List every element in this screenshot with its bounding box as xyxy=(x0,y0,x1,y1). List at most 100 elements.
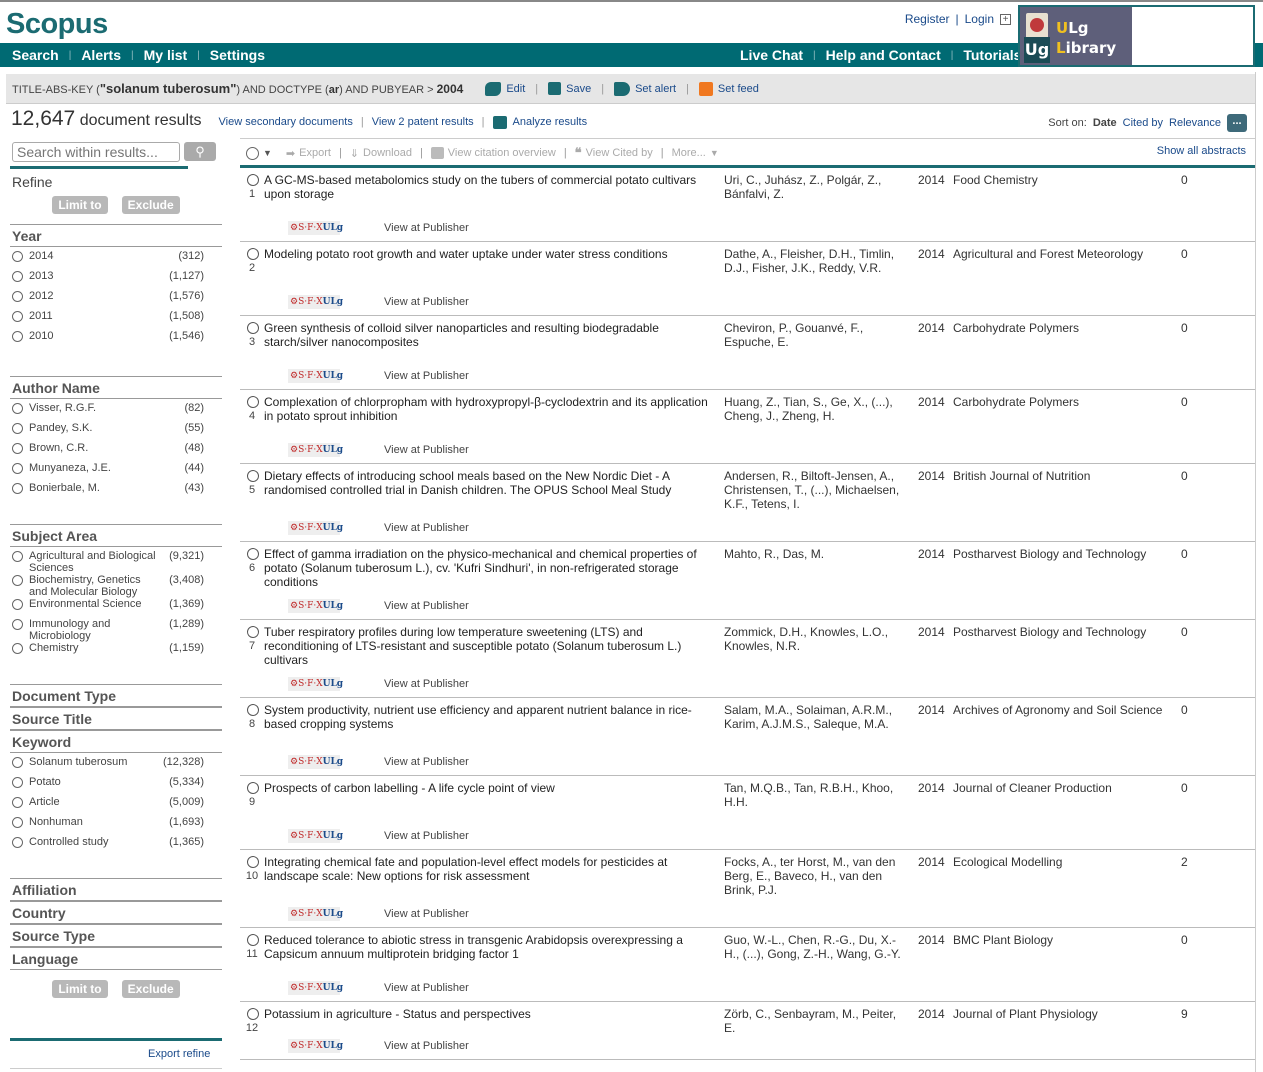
exclude-button[interactable]: Exclude xyxy=(121,980,180,998)
document-checkbox[interactable] xyxy=(247,704,259,716)
sfx-ulg-link-button[interactable]: ⚙S·F·XULg xyxy=(288,369,343,383)
document-title-link[interactable]: Reduced tolerance to abiotic stress in t… xyxy=(264,933,714,961)
document-checkbox[interactable] xyxy=(247,470,259,482)
facet-checkbox[interactable] xyxy=(12,331,23,342)
document-cited-count[interactable]: 2 xyxy=(1181,855,1188,869)
facet-heading[interactable]: Affiliation xyxy=(10,879,222,901)
view-at-publisher-link[interactable]: View at Publisher xyxy=(384,830,469,842)
export-refine-link[interactable]: Export refine xyxy=(148,1048,210,1060)
document-source[interactable]: Carbohydrate Polymers xyxy=(953,321,1173,335)
document-source[interactable]: BMC Plant Biology xyxy=(953,933,1173,947)
facet-checkbox[interactable] xyxy=(12,837,23,848)
facet-option[interactable]: Solanum tuberosum (12,328) xyxy=(12,756,222,776)
facet-option[interactable]: Munyaneza, J.E. (44) xyxy=(12,462,222,482)
sfx-ulg-link-button[interactable]: ⚙S·F·XULg xyxy=(288,981,343,995)
view-cited-by-button[interactable]: ❝ View Cited by xyxy=(575,145,653,161)
document-authors[interactable]: Zörb, C., Senbayram, M., Peiter, E. xyxy=(724,1007,910,1035)
facet-heading[interactable]: Source Title xyxy=(10,708,222,730)
document-authors[interactable]: Guo, W.-L., Chen, R.-G., Du, X.-H., (...… xyxy=(724,933,910,961)
document-checkbox[interactable] xyxy=(247,248,259,260)
facet-checkbox[interactable] xyxy=(12,777,23,788)
facet-option[interactable]: Immunology and Microbiology (1,289) xyxy=(12,618,222,642)
facet-checkbox[interactable] xyxy=(12,291,23,302)
edit-button[interactable]: Edit xyxy=(485,81,525,96)
view-secondary-documents-link[interactable]: View secondary documents xyxy=(219,116,353,128)
facet-checkbox[interactable] xyxy=(12,551,23,562)
view-at-publisher-link[interactable]: View at Publisher xyxy=(384,600,469,612)
sfx-ulg-link-button[interactable]: ⚙S·F·XULg xyxy=(288,1039,343,1053)
facet-checkbox[interactable] xyxy=(12,311,23,322)
document-authors[interactable]: Cheviron, P., Gouanvé, F., Espuche, E. xyxy=(724,321,910,349)
document-source[interactable]: Carbohydrate Polymers xyxy=(953,395,1173,409)
facet-option[interactable]: Bonierbale, M. (43) xyxy=(12,482,222,502)
facet-checkbox[interactable] xyxy=(12,643,23,654)
document-authors[interactable]: Salam, M.A., Solaiman, A.R.M., Karim, A.… xyxy=(724,703,910,731)
document-checkbox[interactable] xyxy=(247,548,259,560)
facet-checkbox[interactable] xyxy=(12,757,23,768)
document-title-link[interactable]: System productivity, nutrient use effici… xyxy=(264,703,714,731)
limit-to-button[interactable]: Limit to xyxy=(52,196,108,214)
facet-checkbox[interactable] xyxy=(12,463,23,474)
document-checkbox[interactable] xyxy=(247,856,259,868)
facet-option[interactable]: Controlled study (1,365) xyxy=(12,836,222,856)
sfx-ulg-link-button[interactable]: ⚙S·F·XULg xyxy=(288,221,343,235)
facet-option[interactable]: Visser, R.G.F. (82) xyxy=(12,402,222,422)
facet-checkbox[interactable] xyxy=(12,817,23,828)
nav-search[interactable]: Search xyxy=(12,47,59,63)
document-title-link[interactable]: Complexation of chlorpropham with hydrox… xyxy=(264,395,714,423)
document-authors[interactable]: Huang, Z., Tian, S., Ge, X., (...), Chen… xyxy=(724,395,910,423)
view-at-publisher-link[interactable]: View at Publisher xyxy=(384,444,469,456)
document-checkbox[interactable] xyxy=(247,1008,259,1020)
document-source[interactable]: Journal of Plant Physiology xyxy=(953,1007,1173,1021)
document-source[interactable]: Archives of Agronomy and Soil Science xyxy=(953,703,1173,717)
more-sort-options-button[interactable]: ... xyxy=(1227,114,1247,132)
document-cited-count[interactable]: 0 xyxy=(1181,547,1188,561)
facet-checkbox[interactable] xyxy=(12,797,23,808)
document-cited-count[interactable]: 0 xyxy=(1181,781,1188,795)
facet-checkbox[interactable] xyxy=(12,575,23,586)
sfx-ulg-link-button[interactable]: ⚙S·F·XULg xyxy=(288,755,343,769)
facet-checkbox[interactable] xyxy=(12,443,23,454)
facet-option[interactable]: Potato (5,334) xyxy=(12,776,222,796)
document-title-link[interactable]: Integrating chemical fate and population… xyxy=(264,855,714,883)
document-cited-count[interactable]: 0 xyxy=(1181,395,1188,409)
export-button[interactable]: ➡ Export xyxy=(286,147,331,160)
facet-heading[interactable]: Subject Area xyxy=(10,525,222,547)
facet-heading[interactable]: Document Type xyxy=(10,685,222,707)
facet-option[interactable]: 2012 (1,576) xyxy=(12,290,222,310)
nav-tutorials[interactable]: Tutorials xyxy=(963,47,1021,63)
sort-date[interactable]: Date xyxy=(1093,117,1117,129)
view-patent-results-link[interactable]: View 2 patent results xyxy=(372,116,474,128)
facet-heading[interactable]: Year xyxy=(10,225,222,247)
document-title-link[interactable]: Effect of gamma irradiation on the physi… xyxy=(264,547,714,589)
facet-option[interactable]: Brown, C.R. (48) xyxy=(12,442,222,462)
document-source[interactable]: Postharvest Biology and Technology xyxy=(953,547,1173,561)
exclude-button[interactable]: Exclude xyxy=(121,196,180,214)
document-checkbox[interactable] xyxy=(247,782,259,794)
sfx-ulg-link-button[interactable]: ⚙S·F·XULg xyxy=(288,829,343,843)
sort-relevance[interactable]: Relevance xyxy=(1169,117,1221,129)
facet-option[interactable]: Article (5,009) xyxy=(12,796,222,816)
view-at-publisher-link[interactable]: View at Publisher xyxy=(384,296,469,308)
more-actions-dropdown[interactable]: More... ▼ xyxy=(672,147,719,159)
document-source[interactable]: Ecological Modelling xyxy=(953,855,1173,869)
set-alert-button[interactable]: Set alert xyxy=(614,81,676,96)
sfx-ulg-link-button[interactable]: ⚙S·F·XULg xyxy=(288,521,343,535)
document-title-link[interactable]: Prospects of carbon labelling - A life c… xyxy=(264,781,714,795)
sfx-ulg-link-button[interactable]: ⚙S·F·XULg xyxy=(288,907,343,921)
facet-option[interactable]: Nonhuman (1,693) xyxy=(12,816,222,836)
facet-checkbox[interactable] xyxy=(12,619,23,630)
document-checkbox[interactable] xyxy=(247,322,259,334)
sfx-ulg-link-button[interactable]: ⚙S·F·XULg xyxy=(288,677,343,691)
search-within-input[interactable] xyxy=(12,142,180,162)
limit-to-button[interactable]: Limit to xyxy=(52,980,108,998)
view-at-publisher-link[interactable]: View at Publisher xyxy=(384,1040,469,1052)
facet-checkbox[interactable] xyxy=(12,251,23,262)
document-cited-count[interactable]: 0 xyxy=(1181,625,1188,639)
document-title-link[interactable]: Tuber respiratory profiles during low te… xyxy=(264,625,714,667)
facet-checkbox[interactable] xyxy=(12,271,23,282)
view-at-publisher-link[interactable]: View at Publisher xyxy=(384,370,469,382)
document-checkbox[interactable] xyxy=(247,934,259,946)
facet-checkbox[interactable] xyxy=(12,599,23,610)
document-source[interactable]: Agricultural and Forest Meteorology xyxy=(953,247,1173,261)
